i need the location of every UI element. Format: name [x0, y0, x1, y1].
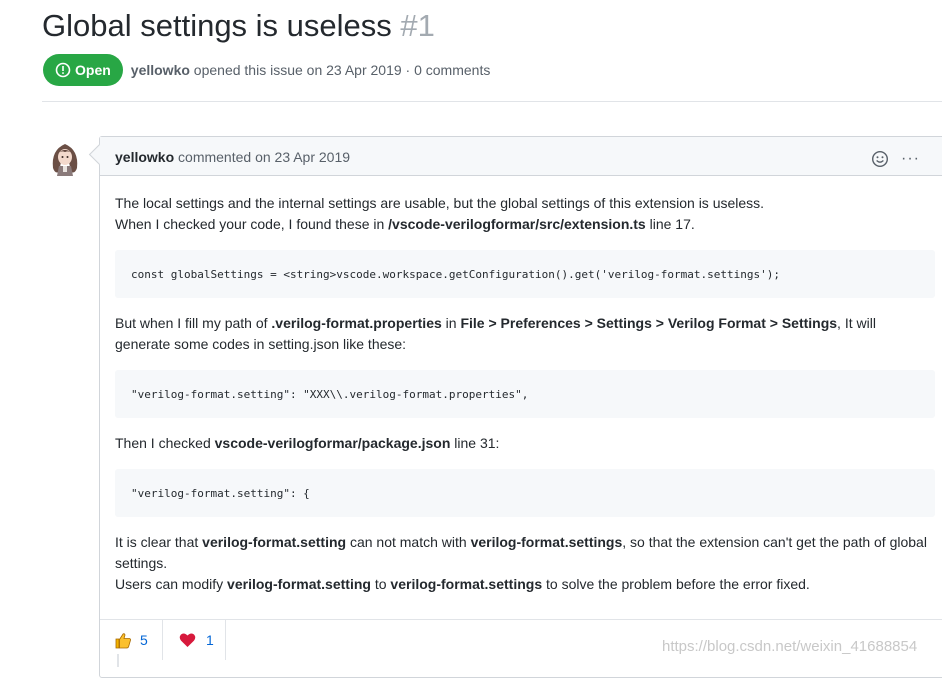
paragraph-3-text-a: Then I checked: [115, 435, 215, 451]
reaction-separator: [162, 620, 163, 660]
comment-author-link[interactable]: yellowko: [115, 149, 174, 165]
paragraph-3: Then I checked vscode-verilogformar/pack…: [115, 433, 935, 454]
code-block-2: "verilog-format.setting": "XXX\\.verilog…: [115, 370, 935, 418]
paragraph-5-text-c: to: [370, 576, 391, 592]
setting-key-2: verilog-format.setting: [227, 576, 371, 592]
comment-header-actions: ···: [871, 150, 920, 168]
comment-header: yellowko commented on 23 Apr 2019 ···: [100, 137, 942, 176]
paragraph-2-text-c: in: [441, 315, 461, 331]
comment-meta[interactable]: commented on 23 Apr 2019: [174, 149, 350, 165]
paragraph-4-text-c: can not match with: [346, 534, 471, 550]
heart-count: 1: [206, 632, 214, 648]
code-block-3: "verilog-format.setting": {: [115, 469, 935, 517]
avatar[interactable]: [45, 138, 85, 178]
issue-author-link[interactable]: yellowko: [131, 62, 190, 78]
paragraph-4: It is clear that verilog-format.setting …: [115, 532, 935, 574]
comment-box: yellowko commented on 23 Apr 2019 ··· Th…: [88, 136, 942, 678]
code-block-1: const globalSettings = <string>vscode.wo…: [115, 250, 935, 298]
paragraph-5-text-e: to solve the problem before the error fi…: [542, 576, 810, 592]
header-divider: [42, 101, 942, 102]
more-options-icon[interactable]: ···: [901, 151, 920, 167]
paragraph-2-text-a: But when I fill my path of: [115, 315, 272, 331]
paragraph-1: The local settings and the internal sett…: [115, 193, 935, 235]
heart-icon: [179, 633, 196, 647]
issue-title: Global settings is useless #1: [42, 8, 435, 44]
paragraph-2: But when I fill my path of .verilog-form…: [115, 313, 935, 355]
open-status-label: Open: [75, 62, 111, 78]
comment-author-line: yellowko commented on 23 Apr 2019: [115, 149, 350, 165]
paragraph-4-text-a: It is clear that: [115, 534, 203, 550]
package-json-path: vscode-verilogformar/package.json: [214, 435, 451, 451]
code-path-extension: /vscode-verilogformar/src/extension.ts: [388, 216, 646, 232]
paragraph-5-text-a: Users can modify: [115, 576, 228, 592]
paragraph-1-line-1: The local settings and the internal sett…: [115, 195, 765, 211]
issue-meta: yellowko opened this issue on 23 Apr 201…: [131, 62, 491, 78]
paragraph-3-text-c: line 31:: [450, 435, 500, 451]
reaction-thumbs-up-button[interactable]: 5: [115, 620, 148, 660]
settings-menu-path: File > Preferences > Settings > Verilog …: [460, 315, 838, 331]
paragraph-1-text-a: When I checked your code, I found these …: [115, 216, 389, 232]
thumbs-up-icon: [115, 632, 131, 648]
timeline-line: [117, 654, 119, 667]
settings-key-2: verilog-format.settings: [390, 576, 543, 592]
smiley-icon[interactable]: [871, 150, 889, 168]
watermark-text: https://blog.csdn.net/weixin_41688854: [662, 638, 918, 655]
settings-key: verilog-format.settings: [470, 534, 623, 550]
open-status-badge: Open: [43, 54, 123, 86]
issue-number: #1: [400, 8, 435, 43]
setting-key: verilog-format.setting: [202, 534, 347, 550]
issue-title-text: Global settings is useless: [42, 8, 392, 43]
reaction-heart-button[interactable]: 1: [179, 620, 214, 660]
issue-meta-text: opened this issue on 23 Apr 2019 · 0 com…: [189, 62, 491, 78]
avatar-image: [45, 138, 85, 178]
thumbs-up-count: 5: [140, 632, 148, 648]
paragraph-1-text-c: line 17.: [645, 216, 695, 232]
reaction-separator-2: [225, 620, 226, 660]
paragraph-5: Users can modify verilog-format.setting …: [115, 574, 935, 595]
comment-body: The local settings and the internal sett…: [115, 193, 935, 595]
issue-state-row: Open yellowko opened this issue on 23 Ap…: [43, 54, 490, 86]
issue-open-icon: [55, 62, 71, 78]
properties-file-name: .verilog-format.properties: [271, 315, 442, 331]
